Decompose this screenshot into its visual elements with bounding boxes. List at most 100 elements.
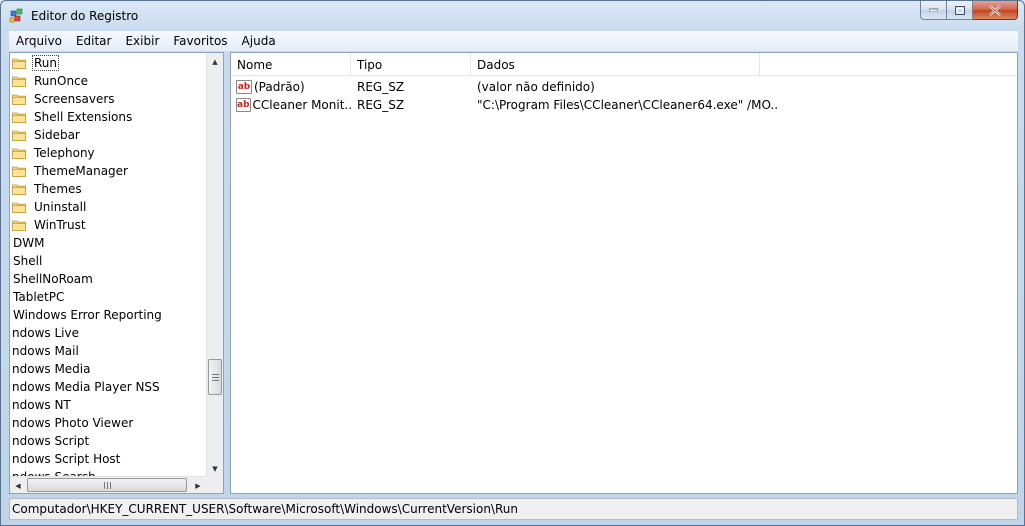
value-data: (valor não definido) [477,80,595,94]
minimize-button[interactable] [920,1,947,20]
tree-item-label: Windows Error Reporting [13,308,162,322]
tree-item-label: ndows Live [12,326,79,340]
tree-item-label: DWM [13,236,45,250]
string-value-icon: ab [236,98,251,112]
horizontal-scroll-thumb[interactable] [27,478,187,492]
tree-item-label: Screensavers [34,92,115,106]
scroll-down-arrow-icon[interactable]: ▼ [207,460,223,477]
tree-item-label: ndows Media Player NSS [12,380,160,394]
menu-ajuda[interactable]: Ajuda [235,34,283,48]
tree-item[interactable]: DWM [11,234,46,252]
menu-bar: Arquivo Editar Exibir Favoritos Ajuda [9,31,1018,51]
tree-item[interactable]: Themes [12,180,84,198]
scroll-left-arrow-icon[interactable]: ◀ [10,477,26,493]
tree-item-label: ndows Media [12,362,91,376]
tree-item-label: Themes [34,182,82,196]
tree-item[interactable]: ThemeManager [12,162,130,180]
tree-item[interactable]: RunOnce [12,72,90,90]
registry-editor-window: Editor do Registro Arquivo Editar Exibir… [0,0,1025,526]
tree-item-label: WinTrust [34,218,86,232]
tree-item-label: ThemeManager [34,164,128,178]
value-type: REG_SZ [357,80,405,94]
tree-item[interactable]: ndows Live [10,324,81,342]
tree-item-label: ndows NT [12,398,71,412]
column-header-row: Nome Tipo Dados [231,53,1017,76]
string-value-icon: ab [236,80,252,94]
tree-item-label: TabletPC [13,290,65,304]
tree-item-label: Telephony [34,146,95,160]
tree-item-label: Shell [13,254,43,268]
minimize-icon [929,8,938,12]
scroll-up-arrow-icon[interactable]: ▲ [207,53,223,70]
registry-path: Computador\HKEY_CURRENT_USER\Software\Mi… [12,502,518,516]
regedit-icon [9,8,25,24]
close-button[interactable] [973,1,1018,20]
menu-exibir[interactable]: Exibir [118,34,166,48]
column-header-tipo[interactable]: Tipo [351,53,471,76]
folder-icon [12,75,26,87]
tree-item-label: Run [32,55,60,71]
tree-vertical-scrollbar[interactable]: ▲ ▼ [206,53,223,477]
tree-item[interactable]: ndows NT [10,396,73,414]
tree-item[interactable]: ndows Photo Viewer [10,414,135,432]
value-type: REG_SZ [357,98,405,112]
tree-item[interactable]: ShellNoRoam [11,270,95,288]
folder-icon [12,183,26,195]
folder-icon [12,111,26,123]
tree-item[interactable]: ndows Mail [10,342,81,360]
column-header-nome[interactable]: Nome [231,53,351,76]
tree-item[interactable]: ndows Media Player NSS [10,378,162,396]
folder-icon [12,165,26,177]
folder-icon [12,147,26,159]
tree-item[interactable]: ndows Media [10,360,93,378]
scroll-right-arrow-icon[interactable]: ▶ [190,477,206,493]
tree-horizontal-scrollbar[interactable]: ◀ ▶ [10,476,206,493]
tree-item[interactable]: ndows Script [10,432,91,450]
tree-item[interactable]: ndows Script Host [10,450,122,468]
window-title: Editor do Registro [31,9,139,23]
key-tree: Run RunOnce Screensavers Shell Extensions Si… [10,53,206,477]
tree-item[interactable]: Telephony [12,144,97,162]
folder-icon [12,57,26,69]
folder-icon [12,201,26,213]
column-header-dados[interactable]: Dados [471,53,760,76]
tree-item-label: Sidebar [34,128,80,142]
scrollbar-corner [206,476,223,493]
key-tree-pane[interactable]: Run RunOnce Screensavers Shell Extensions Si… [9,52,224,494]
tree-item[interactable]: Uninstall [12,198,88,216]
value-name: CCleaner Monit... [252,98,351,112]
tree-item[interactable]: Sidebar [12,126,82,144]
tree-item[interactable]: Run [12,54,60,72]
tree-item-label: Uninstall [34,200,87,214]
tree-item[interactable]: WinTrust [12,216,88,234]
tree-item-label: ndows Script Host [12,452,121,466]
tree-item[interactable]: Windows Error Reporting [11,306,164,324]
title-bar[interactable]: Editor do Registro [1,1,1024,31]
tree-item[interactable]: Shell Extensions [12,108,134,126]
tree-item[interactable]: Shell [11,252,44,270]
status-bar: Computador\HKEY_CURRENT_USER\Software\Mi… [9,498,1018,520]
tree-item-label: ndows Script [12,434,90,448]
maximize-button[interactable] [947,1,973,20]
tree-item-label: ShellNoRoam [13,272,93,286]
folder-icon [12,129,26,141]
maximize-icon [954,5,965,15]
menu-editar[interactable]: Editar [69,34,119,48]
value-data: "C:\Program Files\CCleaner\CCleaner64.ex… [477,98,777,112]
tree-item[interactable]: Screensavers [12,90,117,108]
menu-favoritos[interactable]: Favoritos [166,34,234,48]
tree-item-label: ndows Photo Viewer [12,416,134,430]
tree-item-label: ndows Mail [12,344,79,358]
tree-item-label: Shell Extensions [34,110,133,124]
list-item[interactable]: ab (Padrão) REG_SZ (valor não definido) [231,78,1017,96]
menu-arquivo[interactable]: Arquivo [9,34,69,48]
values-list-pane[interactable]: Nome Tipo Dados ab (Padrão) REG_SZ (valo… [230,52,1018,494]
value-name: (Padrão) [254,80,305,94]
folder-icon [12,219,26,231]
tree-item-label: RunOnce [34,74,89,88]
folder-icon [12,93,26,105]
vertical-scroll-thumb[interactable] [208,359,222,395]
close-icon [989,4,1001,16]
tree-item[interactable]: TabletPC [11,288,66,306]
list-item[interactable]: ab CCleaner Monit... REG_SZ "C:\Program … [231,96,1017,114]
